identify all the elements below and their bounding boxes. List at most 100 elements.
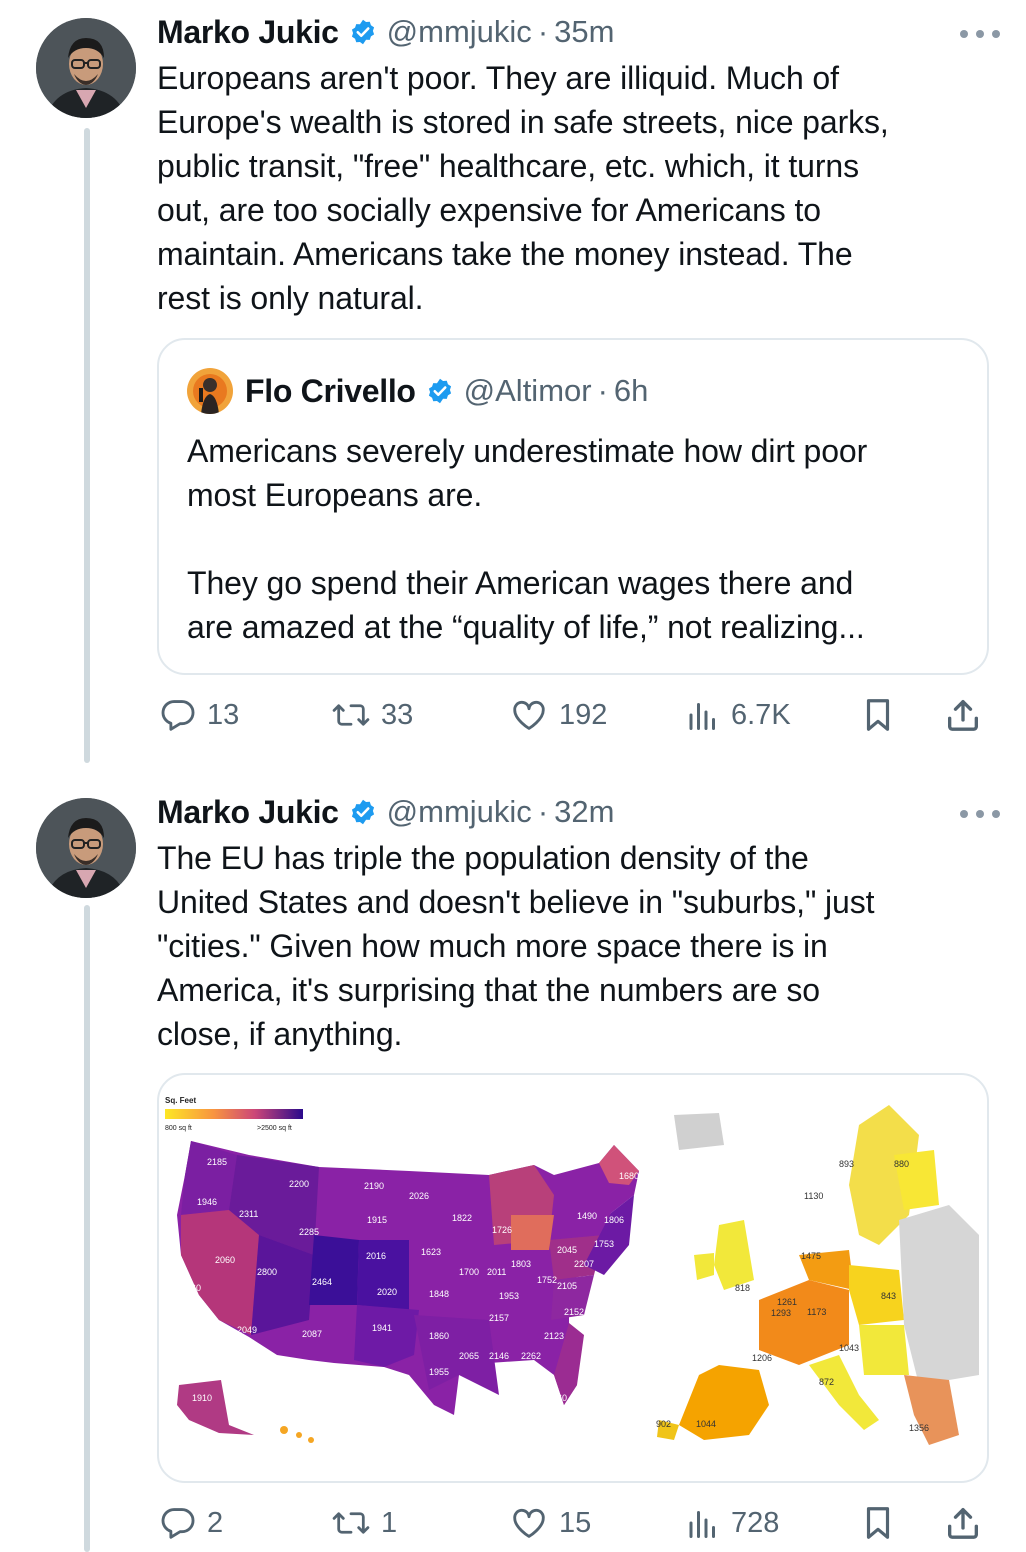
eu-country-label: 1130: [804, 1191, 823, 1201]
us-state-label: 1490: [577, 1211, 597, 1221]
bookmark-icon: [859, 1503, 897, 1543]
us-state-label: 2011: [487, 1267, 506, 1277]
views-icon: [685, 1505, 721, 1541]
repost-count: 33: [381, 698, 414, 731]
thread-line: [84, 905, 90, 1552]
quote-avatar: [187, 368, 233, 414]
us-state-label: 1164: [306, 1429, 325, 1439]
more-icon[interactable]: [960, 804, 1000, 824]
us-state-label: 1753: [594, 1239, 614, 1249]
separator-dot: ·: [537, 14, 549, 49]
us-state-label: 2016: [366, 1251, 386, 1261]
legend-max: >2500 sq ft: [257, 1125, 292, 1132]
reply-button[interactable]: 2: [159, 1498, 223, 1548]
eu-country-label: 1293: [771, 1308, 791, 1318]
us-state-label: 1803: [511, 1259, 531, 1269]
us-state-label: 1700: [459, 1267, 479, 1277]
eu-country-label: 1173: [807, 1307, 826, 1317]
tweet-time[interactable]: 35m: [554, 14, 614, 50]
repost-button[interactable]: 1: [331, 1498, 397, 1548]
eu-country-label: 1261: [777, 1297, 797, 1307]
us-state-label: 1955: [429, 1367, 449, 1377]
quote-time: 6h: [613, 373, 649, 408]
bookmark-icon: [859, 695, 897, 735]
views-count: 6.7K: [731, 698, 791, 731]
author-handle[interactable]: @mmjukic: [387, 794, 532, 830]
reply-button[interactable]: 13: [159, 690, 239, 740]
views-count: 728: [731, 1506, 780, 1539]
repost-icon: [331, 1504, 371, 1542]
us-state-label: 1860: [181, 1283, 201, 1293]
tweet-text: The EU has triple the population density…: [157, 840, 875, 1052]
us-state-label: 2207: [574, 1259, 594, 1269]
bookmark-button[interactable]: [859, 1498, 897, 1548]
us-state-label: 1623: [421, 1247, 441, 1257]
tweet-header: Marko Jukic @mmjukic · 32m: [157, 792, 614, 832]
quote-header: Flo Crivello @Altimor · 6h: [187, 368, 649, 414]
like-button[interactable]: 15: [509, 1498, 591, 1548]
us-state-label: 2020: [377, 1287, 397, 1297]
us-state-label: 2170: [371, 1373, 391, 1383]
like-count: 192: [559, 698, 608, 731]
reply-count: 13: [207, 698, 240, 731]
eu-country-label: 1475: [801, 1251, 821, 1261]
author-name[interactable]: Marko Jukic: [157, 794, 339, 831]
avatar[interactable]: [36, 798, 136, 898]
tweet-actions: 2 1 15 728: [157, 1498, 997, 1548]
quote-text: Americans severely underestimate how dir…: [187, 433, 868, 645]
eu-country-label: 818: [735, 1283, 750, 1293]
views-icon: [685, 697, 721, 733]
us-state-label: 2026: [409, 1191, 429, 1201]
share-button[interactable]: [943, 690, 983, 740]
quote-author-name: Flo Crivello: [245, 372, 416, 409]
separator-dot: ·: [597, 373, 608, 408]
eu-country-label: 1044: [696, 1419, 716, 1429]
like-icon: [509, 696, 549, 734]
repost-count: 1: [381, 1506, 398, 1539]
us-state-label: 1910: [192, 1393, 212, 1403]
tweet-header: Marko Jukic @mmjukic · 35m: [157, 12, 614, 52]
us-state-label: 1860: [429, 1331, 449, 1341]
author-name[interactable]: Marko Jukic: [157, 14, 339, 51]
share-icon: [943, 1503, 983, 1543]
views-button[interactable]: 728: [685, 1498, 779, 1548]
views-button[interactable]: 6.7K: [685, 690, 791, 740]
tweet-time[interactable]: 32m: [554, 794, 614, 830]
share-button[interactable]: [943, 1498, 983, 1548]
eu-country-label: 880: [894, 1159, 909, 1169]
more-icon[interactable]: [960, 24, 1000, 44]
tweet-text: Europeans aren't poor. They are illiquid…: [157, 60, 889, 316]
map-image[interactable]: Sq. Feet 800 sq ft >2500 sq ft 2185 1946 2…: [157, 1073, 989, 1483]
eu-country-label: 902: [656, 1419, 671, 1429]
legend-min: 800 sq ft: [165, 1125, 192, 1132]
us-state-label: 2045: [557, 1245, 577, 1255]
like-button[interactable]: 192: [509, 690, 607, 740]
reply-icon: [159, 696, 197, 734]
eu-country-label: 1206: [752, 1353, 772, 1363]
us-state-label: 1941: [372, 1323, 392, 1333]
bookmark-button[interactable]: [859, 690, 897, 740]
us-state-label: 1752: [537, 1275, 557, 1285]
author-handle[interactable]: @mmjukic: [387, 14, 532, 50]
verified-icon: [426, 377, 454, 405]
us-state-label: 1726: [492, 1225, 512, 1235]
avatar[interactable]: [36, 18, 136, 118]
legend-title: Sq. Feet: [165, 1096, 196, 1105]
us-state-label: 2200: [289, 1179, 309, 1189]
reply-icon: [159, 1504, 197, 1542]
us-state-label: 1953: [499, 1291, 519, 1301]
repost-icon: [331, 696, 371, 734]
quoted-tweet[interactable]: Flo Crivello @Altimor · 6h Americans sev…: [157, 338, 989, 675]
us-state-label: 2049: [237, 1325, 257, 1335]
us-state-label: 1960: [547, 1393, 567, 1403]
us-state-label: 2800: [257, 1267, 277, 1277]
eu-country-label: 843: [881, 1291, 896, 1301]
us-state-label: 2311: [239, 1209, 258, 1219]
us-state-label: 2105: [557, 1281, 577, 1291]
eu-country-label: 1043: [839, 1343, 859, 1353]
us-state-label: 2087: [302, 1329, 322, 1339]
us-state-label: 2065: [459, 1351, 479, 1361]
repost-button[interactable]: 33: [331, 690, 413, 740]
tweet-actions: 13 33 192 6.7K: [157, 690, 997, 740]
us-state-label: 2060: [215, 1255, 235, 1265]
